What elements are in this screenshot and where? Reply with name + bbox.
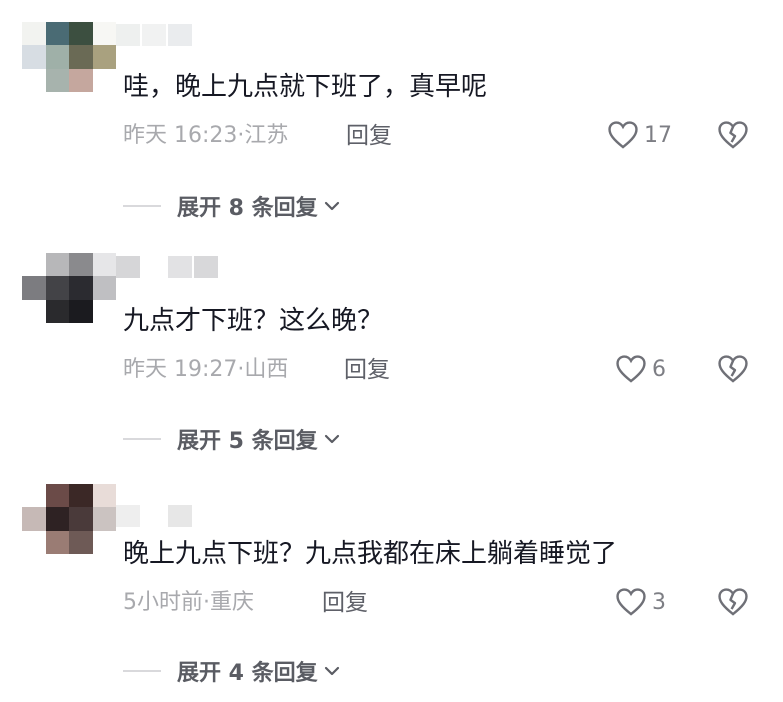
avatar-pixel bbox=[92, 276, 116, 300]
username-pixel bbox=[168, 256, 192, 278]
avatar-pixel bbox=[69, 484, 93, 508]
avatar-pixel bbox=[92, 299, 116, 323]
comment-location: 山西 bbox=[244, 357, 289, 382]
like-count: 3 bbox=[652, 589, 666, 615]
chevron-down-icon bbox=[324, 201, 339, 211]
like-button[interactable]: 3 bbox=[614, 585, 666, 619]
avatar-pixel bbox=[45, 507, 69, 531]
username-pixel bbox=[116, 505, 140, 527]
avatar-pixel bbox=[45, 276, 69, 300]
username-pixel bbox=[194, 256, 218, 278]
divider-line bbox=[123, 205, 161, 207]
like-button[interactable]: 17 bbox=[606, 118, 672, 152]
avatar-pixel bbox=[45, 22, 69, 46]
avatar-pixel bbox=[22, 45, 46, 69]
comment-location: 重庆 bbox=[210, 590, 255, 615]
like-button[interactable]: 6 bbox=[614, 352, 666, 386]
expand-label: 展开 4 条回复 bbox=[177, 661, 318, 686]
broken-heart-icon[interactable] bbox=[716, 352, 750, 386]
like-count: 17 bbox=[644, 122, 672, 148]
broken-heart-icon[interactable] bbox=[716, 585, 750, 619]
username-pixel bbox=[116, 256, 140, 278]
expand-replies-button[interactable]: 展开 5 条回复 bbox=[123, 423, 342, 455]
reply-button[interactable]: 回复 bbox=[344, 355, 390, 385]
expand-label: 展开 8 条回复 bbox=[177, 196, 318, 221]
chevron-down-icon bbox=[324, 666, 339, 676]
avatar-pixel bbox=[22, 253, 46, 277]
username-blurred[interactable] bbox=[116, 505, 192, 527]
avatar-pixel bbox=[92, 22, 116, 46]
avatar-pixel bbox=[92, 530, 116, 554]
avatar-pixel bbox=[69, 253, 93, 277]
heart-icon bbox=[616, 355, 646, 383]
comment-time: 5小时前 bbox=[123, 590, 203, 615]
meta-separator: · bbox=[203, 590, 210, 615]
reply-button[interactable]: 回复 bbox=[346, 121, 392, 151]
avatar-pixel bbox=[45, 299, 69, 323]
divider-line bbox=[123, 670, 161, 672]
avatar-pixel bbox=[92, 45, 116, 69]
avatar-pixel bbox=[22, 530, 46, 554]
avatar-pixel bbox=[45, 45, 69, 69]
comment-meta: 5小时前·重庆 bbox=[123, 588, 254, 618]
comment-text: 哇，晚上九点就下班了，真早呢 bbox=[123, 72, 488, 102]
username-pixel bbox=[168, 24, 192, 46]
comment-text: 九点才下班？这么晚？ bbox=[123, 306, 384, 336]
avatar-pixel bbox=[69, 68, 93, 92]
username-pixel bbox=[168, 505, 192, 527]
avatar-pixel bbox=[69, 45, 93, 69]
avatar-pixel bbox=[92, 68, 116, 92]
avatar-pixel bbox=[45, 253, 69, 277]
comment-time: 昨天 16:23 bbox=[123, 123, 238, 148]
username-pixel bbox=[142, 505, 166, 527]
avatar-pixel bbox=[22, 484, 46, 508]
username-blurred[interactable] bbox=[116, 24, 192, 46]
avatar-pixel bbox=[45, 68, 69, 92]
username-pixel bbox=[116, 24, 140, 46]
avatar-pixel bbox=[92, 253, 116, 277]
avatar-pixel bbox=[22, 299, 46, 323]
broken-heart-icon[interactable] bbox=[716, 118, 750, 152]
avatar-pixel bbox=[22, 68, 46, 92]
expand-label: 展开 5 条回复 bbox=[177, 429, 318, 454]
comment-meta: 昨天 16:23·江苏 bbox=[123, 121, 288, 151]
avatar-pixel bbox=[22, 507, 46, 531]
username-pixel bbox=[142, 24, 166, 46]
avatar[interactable] bbox=[22, 253, 116, 323]
expand-replies-button[interactable]: 展开 4 条回复 bbox=[123, 655, 342, 687]
chevron-down-icon bbox=[324, 434, 339, 444]
avatar-pixel bbox=[45, 484, 69, 508]
heart-icon bbox=[608, 121, 638, 149]
divider-line bbox=[123, 438, 161, 440]
avatar-pixel bbox=[22, 22, 46, 46]
avatar-pixel bbox=[92, 484, 116, 508]
avatar[interactable] bbox=[22, 22, 116, 92]
avatar-pixel bbox=[69, 507, 93, 531]
avatar-pixel bbox=[22, 276, 46, 300]
username-pixel bbox=[142, 256, 166, 278]
comment-time: 昨天 19:27 bbox=[123, 357, 238, 382]
comment-text: 晚上九点下班？九点我都在床上躺着睡觉了 bbox=[123, 539, 618, 569]
avatar-pixel bbox=[45, 530, 69, 554]
username-blurred[interactable] bbox=[116, 256, 218, 278]
like-count: 6 bbox=[652, 356, 666, 382]
avatar-pixel bbox=[92, 507, 116, 531]
avatar-pixel bbox=[69, 299, 93, 323]
avatar[interactable] bbox=[22, 484, 116, 554]
avatar-pixel bbox=[69, 22, 93, 46]
expand-replies-button[interactable]: 展开 8 条回复 bbox=[123, 190, 342, 222]
comment-location: 江苏 bbox=[244, 123, 289, 148]
reply-button[interactable]: 回复 bbox=[322, 588, 368, 618]
avatar-pixel bbox=[69, 530, 93, 554]
heart-icon bbox=[616, 588, 646, 616]
comment-meta: 昨天 19:27·山西 bbox=[123, 355, 288, 385]
avatar-pixel bbox=[69, 276, 93, 300]
